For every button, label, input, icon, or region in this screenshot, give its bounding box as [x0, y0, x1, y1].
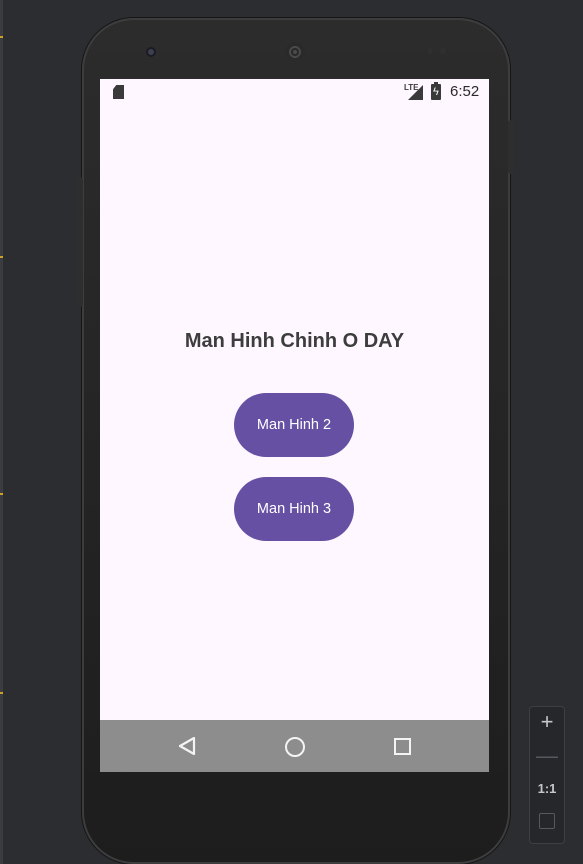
- front-camera: [146, 47, 156, 57]
- fit-screen-icon[interactable]: [539, 813, 555, 829]
- man-hinh-2-button[interactable]: Man Hinh 2: [234, 393, 354, 457]
- volume-rocker[interactable]: [77, 177, 83, 307]
- home-icon[interactable]: [285, 737, 305, 757]
- signal-icon: [408, 85, 423, 100]
- gutter-marker: [0, 256, 3, 258]
- device-screen: LTE ϟ 6:52 Man Hinh Chinh O DAY Man Hinh…: [100, 79, 489, 772]
- sd-card-icon: [113, 85, 124, 99]
- power-button[interactable]: [508, 120, 514, 174]
- gutter-marker: [0, 692, 3, 694]
- zoom-in-button[interactable]: +: [530, 709, 564, 735]
- zoom-out-button[interactable]: —: [530, 743, 564, 769]
- charging-bolt-icon: ϟ: [433, 86, 439, 98]
- page-title: Man Hinh Chinh O DAY: [184, 330, 405, 352]
- navigation-bar: [100, 720, 489, 772]
- proximity-sensor: [427, 48, 433, 54]
- gutter-marker: [0, 493, 3, 495]
- back-icon[interactable]: [178, 737, 196, 755]
- actual-size-button[interactable]: 1:1: [530, 781, 564, 796]
- zoom-controls: + — 1:1: [529, 706, 565, 844]
- recent-apps-icon[interactable]: [394, 738, 411, 755]
- editor-gutter: [0, 0, 3, 864]
- earpiece-speaker: [285, 42, 305, 62]
- gutter-marker: [0, 36, 3, 38]
- status-clock: 6:52: [450, 83, 480, 100]
- man-hinh-3-button[interactable]: Man Hinh 3: [234, 477, 354, 541]
- status-bar: LTE ϟ 6:52: [100, 79, 489, 105]
- light-sensor: [440, 48, 446, 54]
